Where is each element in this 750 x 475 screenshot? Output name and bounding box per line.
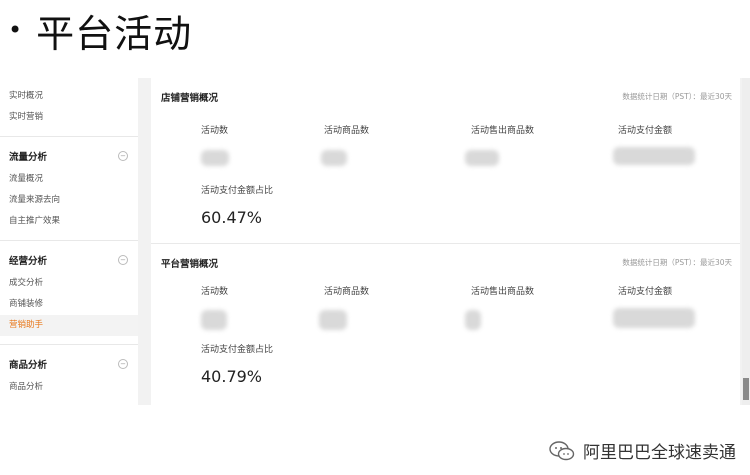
- redacted-value: [201, 150, 229, 166]
- metric-label: 活动支付金额占比: [201, 345, 274, 355]
- sidebar-item-promotion-effect[interactable]: 自主推广效果: [0, 211, 138, 232]
- collapse-icon[interactable]: −: [118, 151, 128, 161]
- metric-label: 活动支付金额占比: [201, 186, 274, 196]
- sidebar: 实时概况 实时营销 流量分析 − 流量概况 流量来源去向 自主推广效果 经营分析…: [0, 78, 138, 405]
- sidebar-section-products[interactable]: 商品分析 −: [0, 351, 138, 377]
- redacted-value: [201, 310, 227, 330]
- platform-marketing-panel: 平台营销概况 数据统计日期（PST）：最近30天 活动数 活动商品数 活动售出商…: [151, 243, 740, 404]
- sidebar-divider: [0, 240, 138, 241]
- watermark: 阿里巴巴全球速卖通: [549, 438, 736, 463]
- metric-label: 活动售出商品数: [471, 126, 535, 136]
- date-range-note: 数据统计日期（PST）：最近30天: [622, 92, 732, 101]
- redacted-value: [613, 147, 695, 165]
- slide-title: • 平台活动: [8, 4, 192, 56]
- sidebar-section-title: 流量分析: [9, 152, 48, 163]
- scrollbar[interactable]: [742, 78, 750, 405]
- sidebar-divider: [0, 136, 138, 137]
- metric-label: 活动商品数: [324, 287, 370, 297]
- collapse-icon[interactable]: −: [118, 255, 128, 265]
- sidebar-item-traffic-overview[interactable]: 流量概况: [0, 169, 138, 190]
- metric-activity-products: 活动商品数: [324, 123, 369, 136]
- main-content: 店铺营销概况 数据统计日期（PST）：最近30天 活动数 活动商品数 活动售出商…: [151, 78, 740, 405]
- collapse-icon[interactable]: −: [118, 359, 128, 369]
- sidebar-section-title: 经营分析: [9, 256, 48, 267]
- sidebar-section-title: 商品分析: [9, 360, 48, 371]
- sidebar-section-traffic[interactable]: 流量分析 −: [0, 143, 138, 169]
- scrollbar-thumb[interactable]: [743, 378, 749, 400]
- metric-sold-products: 活动售出商品数: [471, 284, 534, 297]
- panel-title: 平台营销概况: [161, 259, 219, 270]
- metric-activity-count: 活动数: [201, 284, 228, 297]
- sidebar-item-marketing-assistant[interactable]: 营销助手: [0, 315, 138, 336]
- metric-sold-products: 活动售出商品数: [471, 123, 534, 136]
- metric-activity-count: 活动数: [201, 123, 228, 136]
- redacted-value: [319, 310, 347, 330]
- metric-label: 活动数: [201, 287, 229, 297]
- redacted-value: [321, 150, 347, 166]
- redacted-value: [465, 150, 499, 166]
- redacted-value: [613, 308, 695, 328]
- metric-payment-amount: 活动支付金额: [618, 123, 672, 136]
- sidebar-item-product-analysis[interactable]: 商品分析: [0, 377, 138, 398]
- sidebar-item-realtime-marketing[interactable]: 实时营销: [0, 107, 138, 128]
- sidebar-item-traffic-source[interactable]: 流量来源去向: [0, 190, 138, 211]
- slide-title-text: 平台活动: [36, 11, 193, 56]
- metric-payment-ratio: 活动支付金额占比 60.47%: [201, 183, 273, 227]
- sidebar-divider: [0, 344, 138, 345]
- metric-label: 活动支付金额: [618, 287, 673, 297]
- metric-payment-amount: 活动支付金额: [618, 284, 672, 297]
- date-range-note: 数据统计日期（PST）：最近30天: [622, 258, 732, 267]
- ratio-value: 60.47%: [201, 208, 263, 227]
- bullet-point: •: [8, 16, 23, 44]
- metric-label: 活动支付金额: [618, 126, 673, 136]
- sidebar-item-realtime-overview[interactable]: 实时概况: [0, 86, 138, 107]
- metric-activity-products: 活动商品数: [324, 284, 369, 297]
- panel-title: 店铺营销概况: [161, 93, 219, 104]
- metric-label: 活动售出商品数: [471, 287, 535, 297]
- watermark-text: 阿里巴巴全球速卖通: [583, 443, 736, 463]
- wechat-icon: [549, 440, 575, 460]
- sidebar-item-store-decoration[interactable]: 商铺装修: [0, 294, 138, 315]
- metric-payment-ratio: 活动支付金额占比 40.79%: [201, 342, 273, 386]
- metric-label: 活动数: [201, 126, 229, 136]
- sidebar-item-transactions[interactable]: 成交分析: [0, 273, 138, 294]
- metric-label: 活动商品数: [324, 126, 370, 136]
- store-marketing-panel: 店铺营销概况 数据统计日期（PST）：最近30天 活动数 活动商品数 活动售出商…: [151, 78, 740, 243]
- dashboard-screenshot: 实时概况 实时营销 流量分析 − 流量概况 流量来源去向 自主推广效果 经营分析…: [0, 78, 750, 405]
- redacted-value: [465, 310, 481, 330]
- sidebar-section-business[interactable]: 经营分析 −: [0, 247, 138, 273]
- ratio-value: 40.79%: [201, 367, 263, 386]
